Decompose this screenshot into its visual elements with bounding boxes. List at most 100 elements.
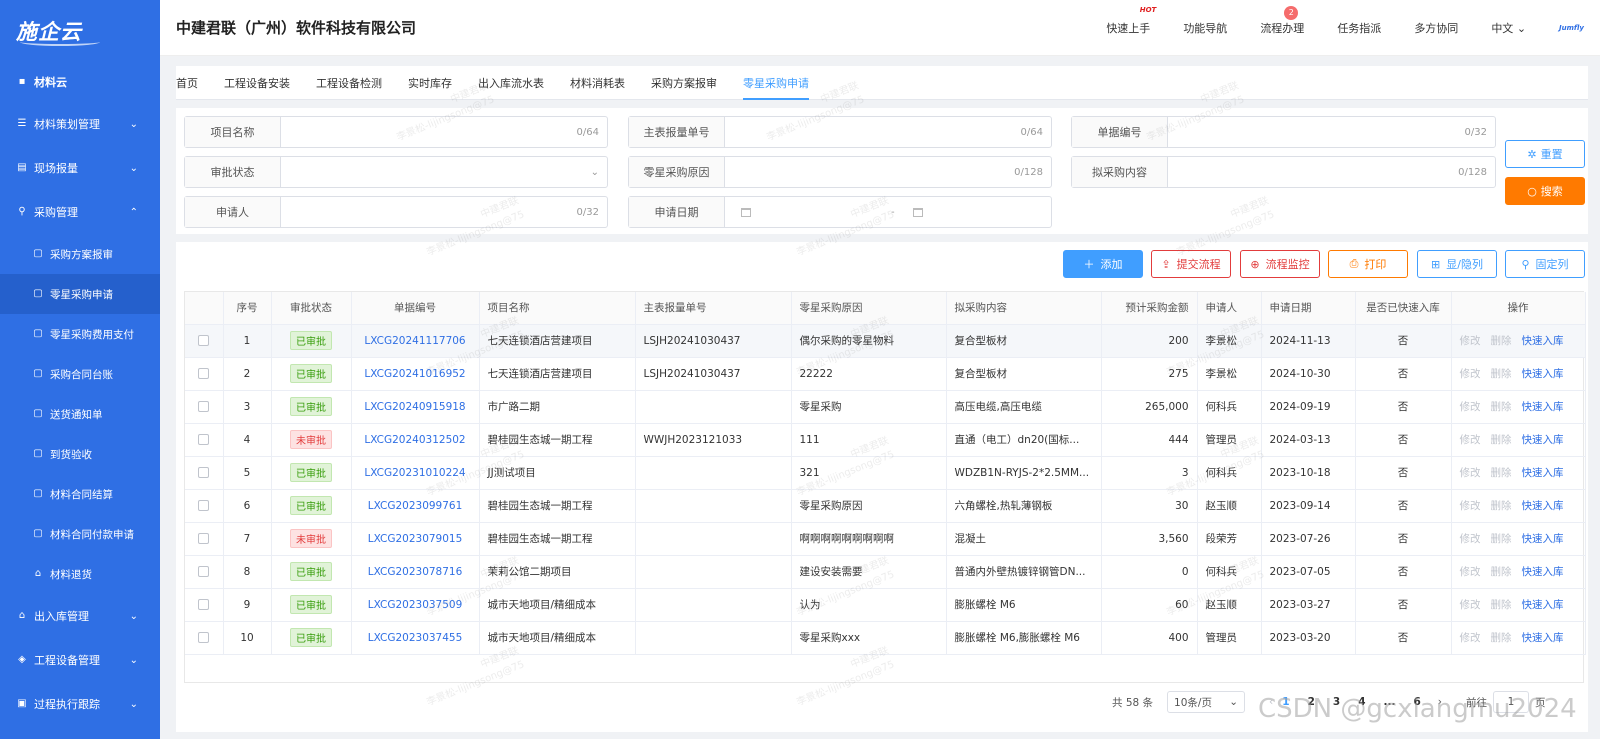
sidebar-item-arrival-check[interactable]: ▢ 到货验收 <box>0 434 160 474</box>
delete-button[interactable]: 删除 <box>1491 401 1512 413</box>
tab-plan-review[interactable]: 采购方案报审 <box>651 66 717 100</box>
row-checkbox[interactable] <box>198 368 210 379</box>
page-size-select[interactable]: 10条/页 ⌄ <box>1167 691 1246 713</box>
table-row[interactable]: 3 已审批 LXCG20240915918 市广路二期 零星采购 高压电缆,高压电缆 265… <box>185 390 1586 424</box>
table-row[interactable]: 1 已审批 LXCG20241117706 七天连锁酒店营建项目 LSJH2024103… <box>185 324 1586 358</box>
table-row[interactable]: 4 未审批 LXCG20240312502 碧桂园生态城一期工程 WWJH2023121… <box>185 423 1586 457</box>
tab-equipment-install[interactable]: 工程设备安装 <box>224 66 290 100</box>
row-checkbox-cell[interactable] <box>185 390 224 424</box>
sidebar-item-material-cloud[interactable]: ▪ 材料云 <box>0 62 160 102</box>
sidebar-group-equipment[interactable]: ◈ 工程设备管理 ⌄ <box>0 638 160 682</box>
sidebar-group-material-plan[interactable]: ☰ 材料策划管理 ⌄ <box>0 102 160 146</box>
row-checkbox[interactable] <box>198 533 210 544</box>
sidebar-group-inout[interactable]: ⌂ 出入库管理 ⌄ <box>0 594 160 638</box>
tab-sporadic-purchase[interactable]: 零星采购申请 <box>743 66 809 100</box>
row-checkbox[interactable] <box>198 467 210 478</box>
tab-realtime-stock[interactable]: 实时库存 <box>408 66 452 100</box>
sidebar-group-site-report[interactable]: ▤ 现场报量 ⌄ <box>0 146 160 190</box>
delete-button[interactable]: 删除 <box>1491 335 1512 347</box>
tab-home[interactable]: 首页 <box>176 66 198 100</box>
reset-button[interactable]: ✲ 重置 <box>1505 140 1585 168</box>
show-hide-columns-button[interactable]: ⊞ 显/隐列 <box>1417 250 1497 278</box>
doc-code-link[interactable]: LXCG2023079015 <box>351 522 480 556</box>
quick-in-button[interactable]: 快速入库 <box>1522 566 1564 578</box>
row-checkbox[interactable] <box>198 434 210 445</box>
row-checkbox-cell[interactable] <box>185 522 224 556</box>
doc-code-link[interactable]: LXCG20240312502 <box>351 423 480 457</box>
row-checkbox[interactable] <box>198 401 210 412</box>
delete-button[interactable]: 删除 <box>1491 599 1512 611</box>
quick-in-button[interactable]: 快速入库 <box>1522 401 1564 413</box>
row-checkbox-cell[interactable] <box>185 489 224 523</box>
table-row[interactable]: 2 已审批 LXCG20241016952 七天连锁酒店营建项目 LSJH2024103… <box>185 357 1586 391</box>
nav-function-guide[interactable]: 功能导航 <box>1183 20 1227 36</box>
sidebar-item-sporadic-payment[interactable]: ▢ 零星采购费用支付 <box>0 314 160 354</box>
quick-in-button[interactable]: 快速入库 <box>1522 434 1564 446</box>
tab-equipment-test[interactable]: 工程设备检测 <box>316 66 382 100</box>
row-checkbox[interactable] <box>198 632 210 643</box>
quick-in-button[interactable]: 快速入库 <box>1522 368 1564 380</box>
row-checkbox[interactable] <box>198 335 210 346</box>
row-checkbox[interactable] <box>198 599 210 610</box>
tab-consumption[interactable]: 材料消耗表 <box>570 66 625 100</box>
row-checkbox-cell[interactable] <box>185 555 224 589</box>
quick-in-button[interactable]: 快速入库 <box>1522 599 1564 611</box>
nav-quick-start[interactable]: 快速上手 HOT <box>1106 6 1156 36</box>
flow-monitor-button[interactable]: ⊕ 流程监控 <box>1240 250 1320 278</box>
table-row[interactable]: 6 已审批 LXCG2023099761 碧桂园生态城一期工程 零星采购原因 六角螺栓,热… <box>185 489 1586 523</box>
sidebar-group-purchase[interactable]: ⚲ 采购管理 ⌃ <box>0 190 160 234</box>
doc-code-link[interactable]: LXCG20241016952 <box>351 357 480 391</box>
sidebar-item-sporadic-purchase[interactable]: ▢ 零星采购申请 <box>0 274 160 314</box>
tab-inout-flow[interactable]: 出入库流水表 <box>478 66 544 100</box>
table-row[interactable]: 8 已审批 LXCG2023078716 茉莉公馆二期项目 建设安装需要 普通内外壁热镀锌… <box>185 555 1586 589</box>
delete-button[interactable]: 删除 <box>1491 434 1512 446</box>
logo[interactable]: 施企云 <box>0 0 160 62</box>
edit-button[interactable]: 修改 <box>1460 566 1481 578</box>
row-checkbox-cell[interactable] <box>185 621 224 655</box>
row-checkbox-cell[interactable] <box>185 324 224 358</box>
quick-in-button[interactable]: 快速入库 <box>1522 467 1564 479</box>
table-row[interactable]: 7 未审批 LXCG2023079015 碧桂园生态城一期工程 啊啊啊啊啊啊啊啊啊 混凝土… <box>185 522 1586 556</box>
row-checkbox[interactable] <box>198 566 210 577</box>
edit-button[interactable]: 修改 <box>1460 335 1481 347</box>
sidebar-group-tracking[interactable]: ▣ 过程执行跟踪 ⌄ <box>0 682 160 726</box>
edit-button[interactable]: 修改 <box>1460 401 1481 413</box>
edit-button[interactable]: 修改 <box>1460 533 1481 545</box>
table-row[interactable]: 5 已审批 LXCG20231010224 JJ测试项目 321 WDZB1N-RYJS-… <box>185 456 1586 490</box>
doc-code-link[interactable]: LXCG20231010224 <box>351 456 480 490</box>
add-button[interactable]: ＋ 添加 <box>1063 250 1143 278</box>
print-button[interactable]: ⎙ 打印 <box>1328 250 1408 278</box>
edit-button[interactable]: 修改 <box>1460 632 1481 644</box>
select-all-header[interactable] <box>185 292 224 325</box>
doc-code-link[interactable]: LXCG2023037509 <box>351 588 480 622</box>
delete-button[interactable]: 删除 <box>1491 500 1512 512</box>
edit-button[interactable]: 修改 <box>1460 368 1481 380</box>
table-row[interactable]: 9 已审批 LXCG2023037509 城市天地项目/精细成本 认为 膨胀螺栓 M6 60… <box>185 588 1586 622</box>
project-name-field[interactable]: 项目名称 0/64 <box>184 116 608 148</box>
language-select[interactable]: 中文 ⌄ <box>1491 20 1526 36</box>
edit-button[interactable]: 修改 <box>1460 467 1481 479</box>
sidebar-item-contract-settle[interactable]: ▢ 材料合同结算 <box>0 474 160 514</box>
row-checkbox-cell[interactable] <box>185 423 224 457</box>
quick-in-button[interactable]: 快速入库 <box>1522 500 1564 512</box>
row-checkbox-cell[interactable] <box>185 357 224 391</box>
doc-code-link[interactable]: LXCG2023037455 <box>351 621 480 655</box>
sidebar-item-contract-ledger[interactable]: ▢ 采购合同台账 <box>0 354 160 394</box>
edit-button[interactable]: 修改 <box>1460 434 1481 446</box>
nav-task-assign[interactable]: 任务指派 <box>1337 20 1381 36</box>
doc-code-link[interactable]: LXCG2023078716 <box>351 555 480 589</box>
sidebar-item-plan-review[interactable]: ▢ 采购方案报审 <box>0 234 160 274</box>
date-range-input[interactable]: - <box>725 197 1051 227</box>
doc-code-link[interactable]: LXCG2023099761 <box>351 489 480 523</box>
nav-collaboration[interactable]: 多方协同 <box>1414 20 1458 36</box>
table-row[interactable]: 10 已审批 LXCG2023037455 城市天地项目/精细成本 零星采购xxx 膨胀螺… <box>185 621 1586 655</box>
reason-field[interactable]: 零星采购原因 0/128 <box>628 156 1052 188</box>
quick-in-button[interactable]: 快速入库 <box>1522 632 1564 644</box>
applicant-field[interactable]: 申请人 0/32 <box>184 196 608 228</box>
doc-code-link[interactable]: LXCG20241117706 <box>351 324 480 358</box>
submit-flow-button[interactable]: ⇪ 提交流程 <box>1151 250 1231 278</box>
row-checkbox-cell[interactable] <box>185 588 224 622</box>
quick-in-button[interactable]: 快速入库 <box>1522 335 1564 347</box>
delete-button[interactable]: 删除 <box>1491 566 1512 578</box>
nav-workflow[interactable]: 流程办理 2 <box>1260 5 1304 36</box>
